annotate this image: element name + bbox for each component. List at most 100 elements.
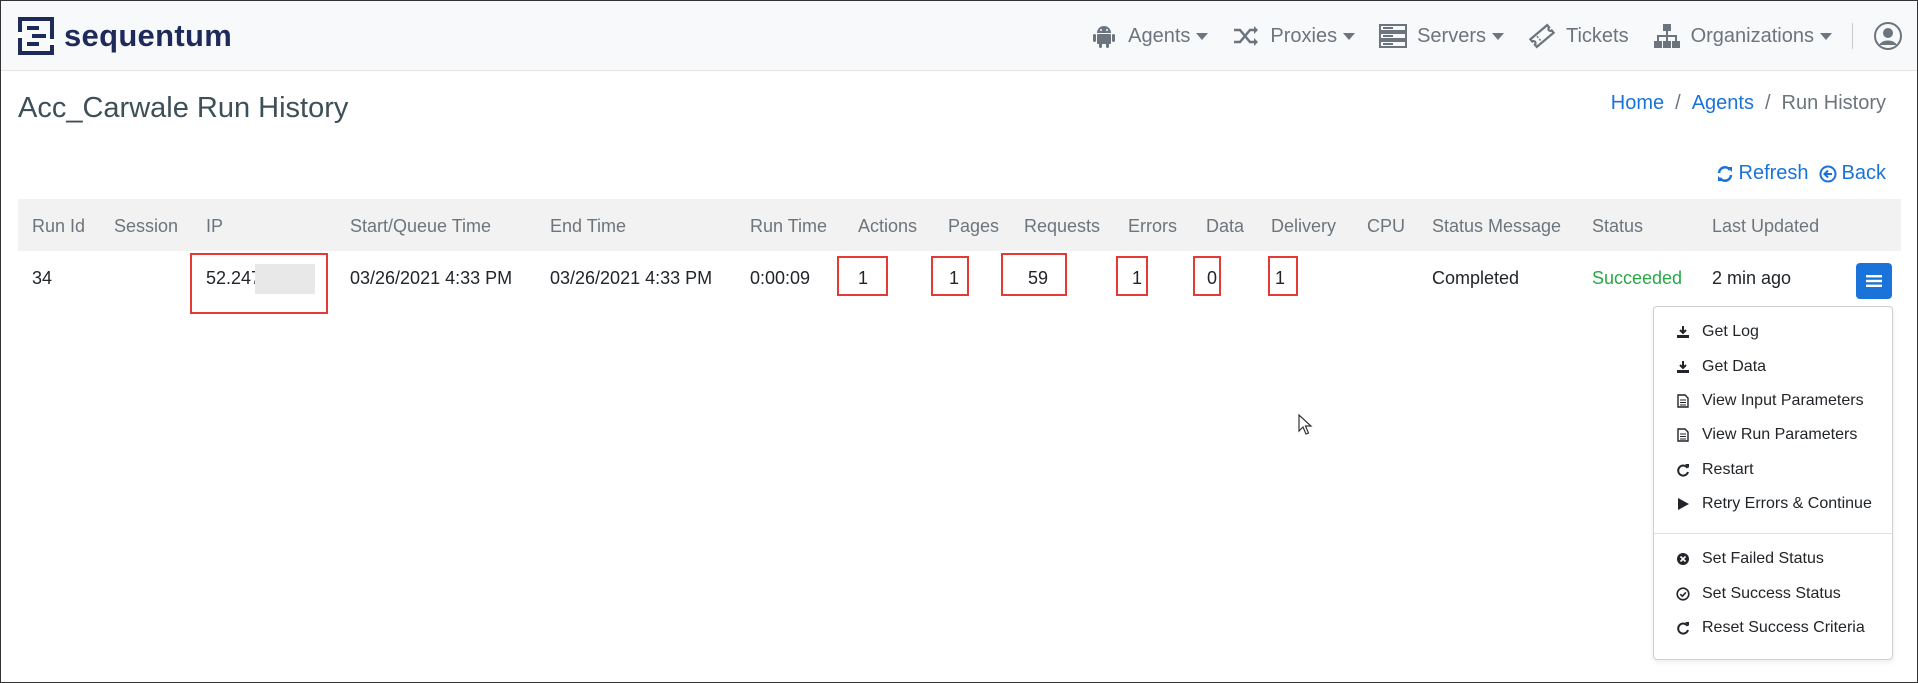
- arrow-circle-left-icon: [1819, 165, 1837, 182]
- menu-restart[interactable]: Restart: [1676, 461, 1754, 479]
- nav-proxies-label: Proxies: [1270, 24, 1338, 47]
- brand-name: sequentum: [64, 18, 233, 53]
- redo-icon: [1677, 464, 1689, 477]
- breadcrumb-separator: /: [1764, 92, 1771, 114]
- sequentum-logo-icon: [18, 17, 54, 55]
- top-navbar: sequentum Agents Proxies Servers Tickets…: [1, 1, 1917, 71]
- menu-retry-label: Retry Errors & Continue: [1702, 495, 1872, 512]
- cell-last-updated: 2 min ago: [1712, 268, 1792, 288]
- menu-get-log-label: Get Log: [1702, 323, 1759, 340]
- nav-servers-label: Servers: [1417, 24, 1486, 47]
- row-menu-button[interactable]: [1856, 263, 1892, 299]
- header-requests[interactable]: Requests: [1024, 216, 1100, 237]
- highlight-requests: [1001, 253, 1067, 296]
- ticket-icon: [1528, 23, 1556, 49]
- header-end-time[interactable]: End Time: [550, 216, 626, 237]
- nav-tickets-label: Tickets: [1565, 24, 1629, 47]
- times-circle-icon: [1677, 553, 1689, 565]
- menu-view-input-parameters[interactable]: View Input Parameters: [1676, 392, 1864, 410]
- shuffle-icon: [1234, 26, 1259, 46]
- cell-run-id: 34: [32, 268, 53, 288]
- header-delivery[interactable]: Delivery: [1271, 216, 1336, 237]
- breadcrumb-home[interactable]: Home: [1611, 92, 1664, 115]
- header-ip[interactable]: IP: [206, 216, 223, 237]
- chevron-down-icon: [1491, 32, 1504, 40]
- menu-set-failed-status[interactable]: Set Failed Status: [1676, 550, 1824, 568]
- refresh-button[interactable]: Refresh: [1716, 162, 1809, 185]
- nav-organizations[interactable]: Organizations: [1653, 23, 1832, 49]
- cell-status: Succeeded: [1592, 268, 1683, 288]
- cell-start-time: 03/26/2021 4:33 PM: [350, 268, 513, 288]
- cell-status-message: Completed: [1432, 268, 1520, 288]
- chevron-down-icon: [1820, 32, 1832, 40]
- sitemap-icon: [1653, 24, 1680, 48]
- page-title: Acc_Carwale Run History: [18, 92, 349, 124]
- file-text-icon: [1677, 428, 1689, 442]
- header-session[interactable]: Session: [114, 216, 178, 237]
- header-start-time[interactable]: Start/Queue Time: [350, 216, 491, 237]
- menu-get-data-label: Get Data: [1702, 358, 1767, 375]
- server-icon: [1379, 24, 1408, 48]
- menu-get-data[interactable]: Get Data: [1676, 358, 1766, 376]
- user-avatar-icon[interactable]: [1873, 21, 1903, 51]
- header-errors[interactable]: Errors: [1128, 216, 1177, 237]
- header-actions[interactable]: Actions: [858, 216, 917, 237]
- header-pages[interactable]: Pages: [948, 216, 999, 237]
- header-cpu[interactable]: CPU: [1367, 216, 1405, 237]
- menu-view-run-label: View Run Parameters: [1702, 426, 1858, 443]
- android-icon: [1093, 26, 1116, 48]
- nav-proxies[interactable]: Proxies: [1232, 23, 1356, 49]
- back-label: Back: [1841, 162, 1886, 184]
- row-actions-dropdown: Get Log Get Data View Input Parameters V…: [1653, 306, 1893, 660]
- table-header: Run Id Session IP Start/Queue Time End T…: [18, 199, 1901, 251]
- header-run-time[interactable]: Run Time: [750, 216, 827, 237]
- download-icon: [1677, 326, 1689, 338]
- nav-menu: Agents Proxies Servers Tickets Organizat…: [1066, 1, 1903, 71]
- brand-logo[interactable]: sequentum: [18, 17, 232, 55]
- page-actions: Refresh Back: [1706, 162, 1886, 185]
- breadcrumb-current: Run History: [1781, 92, 1886, 114]
- header-run-id[interactable]: Run Id: [32, 216, 85, 237]
- nav-organizations-label: Organizations: [1690, 24, 1814, 47]
- chevron-down-icon: [1343, 32, 1356, 40]
- highlight-pages: [931, 256, 969, 296]
- download-icon: [1677, 361, 1689, 373]
- mouse-cursor-icon: [1298, 414, 1313, 435]
- header-data[interactable]: Data: [1206, 216, 1244, 237]
- highlight-errors: [1116, 256, 1148, 296]
- play-icon: [1678, 498, 1689, 510]
- cell-end-time: 03/26/2021 4:33 PM: [550, 268, 713, 288]
- chevron-down-icon: [1196, 32, 1209, 40]
- nav-tickets[interactable]: Tickets: [1528, 23, 1629, 49]
- menu-divider: [1654, 533, 1892, 534]
- redo-icon: [1677, 622, 1689, 635]
- highlight-actions: [837, 256, 888, 296]
- menu-view-input-label: View Input Parameters: [1702, 392, 1864, 409]
- menu-get-log[interactable]: Get Log: [1676, 323, 1759, 341]
- back-button[interactable]: Back: [1819, 162, 1886, 185]
- menu-restart-label: Restart: [1702, 461, 1754, 478]
- breadcrumb-separator: /: [1675, 92, 1681, 114]
- menu-set-failed-label: Set Failed Status: [1702, 550, 1824, 567]
- header-status[interactable]: Status: [1592, 216, 1643, 237]
- highlight-data: [1193, 256, 1221, 296]
- menu-icon: [1866, 275, 1882, 287]
- menu-set-success-label: Set Success Status: [1702, 585, 1841, 602]
- nav-agents[interactable]: Agents: [1090, 23, 1209, 49]
- nav-divider: [1852, 23, 1853, 49]
- highlight-delivery: [1268, 256, 1298, 296]
- header-last-updated[interactable]: Last Updated: [1712, 216, 1819, 237]
- header-status-message[interactable]: Status Message: [1432, 216, 1561, 237]
- file-text-icon: [1677, 394, 1689, 408]
- cell-run-time: 0:00:09: [750, 268, 811, 288]
- breadcrumb: Home / Agents / Run History: [1611, 92, 1886, 115]
- menu-reset-success-criteria[interactable]: Reset Success Criteria: [1676, 619, 1865, 637]
- nav-agents-label: Agents: [1128, 24, 1191, 47]
- menu-reset-criteria-label: Reset Success Criteria: [1702, 619, 1865, 636]
- breadcrumb-agents[interactable]: Agents: [1692, 92, 1754, 115]
- nav-servers[interactable]: Servers: [1379, 23, 1504, 49]
- menu-view-run-parameters[interactable]: View Run Parameters: [1676, 426, 1857, 444]
- refresh-icon: [1717, 165, 1732, 182]
- menu-retry-errors[interactable]: Retry Errors & Continue: [1676, 495, 1872, 513]
- menu-set-success-status[interactable]: Set Success Status: [1676, 585, 1841, 603]
